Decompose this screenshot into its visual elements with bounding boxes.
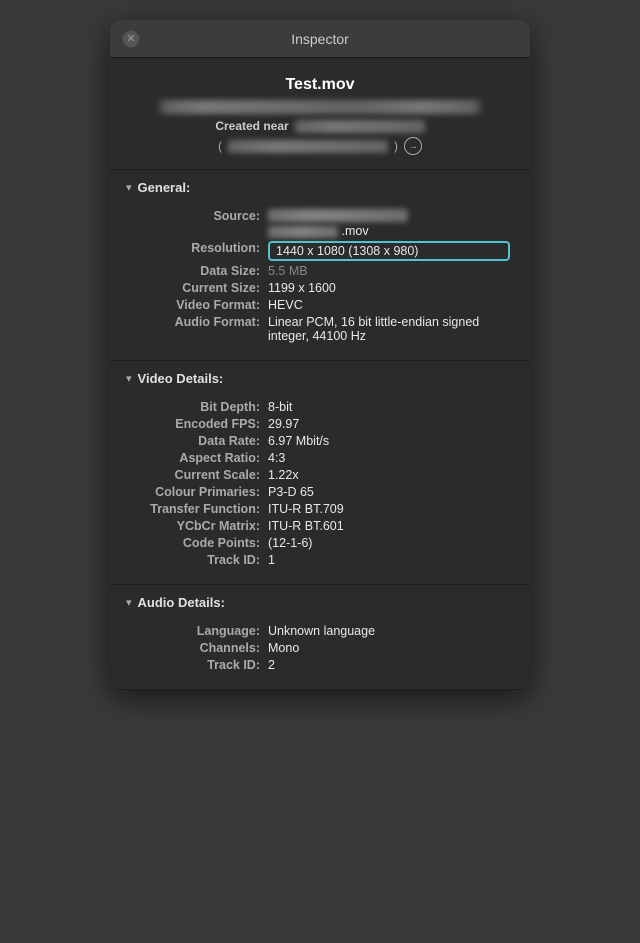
- video-details-title: Video Details:: [138, 371, 224, 386]
- video-format-label: Video Format:: [130, 298, 260, 312]
- encoded-fps-row: Encoded FPS: 29.97: [130, 417, 510, 431]
- audio-details-header[interactable]: ▾ Audio Details:: [110, 585, 530, 618]
- header-section: Test.mov Created near ( ) →: [110, 58, 530, 170]
- arrow-icon: →: [408, 141, 418, 152]
- ycbcr-matrix-row: YCbCr Matrix: ITU-R BT.601: [130, 519, 510, 533]
- resolution-label: Resolution:: [130, 241, 260, 261]
- current-size-row: Current Size: 1199 x 1600: [130, 281, 510, 295]
- resolution-row: Resolution: 1440 x 1080 (1308 x 980): [130, 241, 510, 261]
- window-title: Inspector: [291, 31, 349, 47]
- video-track-id-value: 1: [268, 553, 510, 567]
- audio-track-id-value: 2: [268, 658, 510, 672]
- aspect-ratio-value: 4:3: [268, 451, 510, 465]
- created-near-value-blurred: [295, 120, 425, 133]
- aspect-ratio-label: Aspect Ratio:: [130, 451, 260, 465]
- video-details-header[interactable]: ▾ Video Details:: [110, 361, 530, 394]
- data-rate-label: Data Rate:: [130, 434, 260, 448]
- video-format-row: Video Format: HEVC: [130, 298, 510, 312]
- current-size-value: 1199 x 1600: [268, 281, 510, 295]
- language-label: Language:: [130, 624, 260, 638]
- location-paren-open: (: [218, 139, 222, 153]
- audio-toggle-icon: ▾: [126, 596, 132, 609]
- audio-track-id-label: Track ID:: [130, 658, 260, 672]
- general-toggle-icon: ▾: [126, 181, 132, 194]
- general-section: ▾ General: Source: .mov Resolution: 1440…: [110, 170, 530, 361]
- bit-depth-label: Bit Depth:: [130, 400, 260, 414]
- transfer-function-label: Transfer Function:: [130, 502, 260, 516]
- location-row: ( ) →: [130, 137, 510, 155]
- general-section-title: General:: [138, 180, 191, 195]
- video-track-id-row: Track ID: 1: [130, 553, 510, 567]
- video-details-section: ▾ Video Details: Bit Depth: 8-bit Encode…: [110, 361, 530, 585]
- encoded-fps-label: Encoded FPS:: [130, 417, 260, 431]
- source-extension: .mov: [341, 224, 368, 238]
- audio-track-id-row: Track ID: 2: [130, 658, 510, 672]
- resolution-value: 1440 x 1080 (1308 x 980): [268, 241, 510, 261]
- audio-format-value: Linear PCM, 16 bit little-endian signed …: [268, 315, 510, 343]
- source-value: .mov: [268, 209, 510, 238]
- colour-primaries-label: Colour Primaries:: [130, 485, 260, 499]
- transfer-function-row: Transfer Function: ITU-R BT.709: [130, 502, 510, 516]
- code-points-row: Code Points: (12-1-6): [130, 536, 510, 550]
- audio-format-label: Audio Format:: [130, 315, 260, 343]
- source-path-partial: .mov: [268, 224, 510, 238]
- data-size-row: Data Size: 5.5 MB: [130, 264, 510, 278]
- aspect-ratio-row: Aspect Ratio: 4:3: [130, 451, 510, 465]
- language-row: Language: Unknown language: [130, 624, 510, 638]
- general-section-header[interactable]: ▾ General:: [110, 170, 530, 203]
- source-partial-blurred: [268, 226, 338, 238]
- data-rate-row: Data Rate: 6.97 Mbit/s: [130, 434, 510, 448]
- bit-depth-row: Bit Depth: 8-bit: [130, 400, 510, 414]
- channels-row: Channels: Mono: [130, 641, 510, 655]
- source-label: Source:: [130, 209, 260, 238]
- blurred-path-line: [149, 100, 491, 114]
- transfer-function-value: ITU-R BT.709: [268, 502, 510, 516]
- data-size-label: Data Size:: [130, 264, 260, 278]
- colour-primaries-value: P3-D 65: [268, 485, 510, 499]
- location-blurred: [228, 140, 388, 153]
- source-row: Source: .mov: [130, 209, 510, 238]
- created-near-row: Created near: [130, 119, 510, 133]
- current-scale-row: Current Scale: 1.22x: [130, 468, 510, 482]
- file-name: Test.mov: [130, 76, 510, 94]
- audio-details-title: Audio Details:: [138, 595, 225, 610]
- video-format-value: HEVC: [268, 298, 510, 312]
- data-rate-value: 6.97 Mbit/s: [268, 434, 510, 448]
- data-size-value: 5.5 MB: [268, 264, 510, 278]
- created-near-label: Created near: [215, 119, 288, 133]
- audio-details-content: Language: Unknown language Channels: Mon…: [110, 618, 530, 689]
- channels-value: Mono: [268, 641, 510, 655]
- current-scale-value: 1.22x: [268, 468, 510, 482]
- code-points-value: (12-1-6): [268, 536, 510, 550]
- bit-depth-value: 8-bit: [268, 400, 510, 414]
- source-path-blurred: [268, 209, 408, 222]
- ycbcr-matrix-value: ITU-R BT.601: [268, 519, 510, 533]
- close-button[interactable]: ✕: [122, 30, 140, 48]
- inspector-window: ✕ Inspector Test.mov Created near ( ) → …: [110, 20, 530, 690]
- colour-primaries-row: Colour Primaries: P3-D 65: [130, 485, 510, 499]
- encoded-fps-value: 29.97: [268, 417, 510, 431]
- language-value: Unknown language: [268, 624, 510, 638]
- audio-format-row: Audio Format: Linear PCM, 16 bit little-…: [130, 315, 510, 343]
- video-track-id-label: Track ID:: [130, 553, 260, 567]
- navigate-button[interactable]: →: [404, 137, 422, 155]
- code-points-label: Code Points:: [130, 536, 260, 550]
- video-details-content: Bit Depth: 8-bit Encoded FPS: 29.97 Data…: [110, 394, 530, 584]
- location-paren-close: ): [394, 139, 398, 153]
- channels-label: Channels:: [130, 641, 260, 655]
- current-scale-label: Current Scale:: [130, 468, 260, 482]
- video-toggle-icon: ▾: [126, 372, 132, 385]
- ycbcr-matrix-label: YCbCr Matrix:: [130, 519, 260, 533]
- general-section-content: Source: .mov Resolution: 1440 x 1080 (13…: [110, 203, 530, 360]
- title-bar: ✕ Inspector: [110, 20, 530, 58]
- current-size-label: Current Size:: [130, 281, 260, 295]
- audio-details-section: ▾ Audio Details: Language: Unknown langu…: [110, 585, 530, 690]
